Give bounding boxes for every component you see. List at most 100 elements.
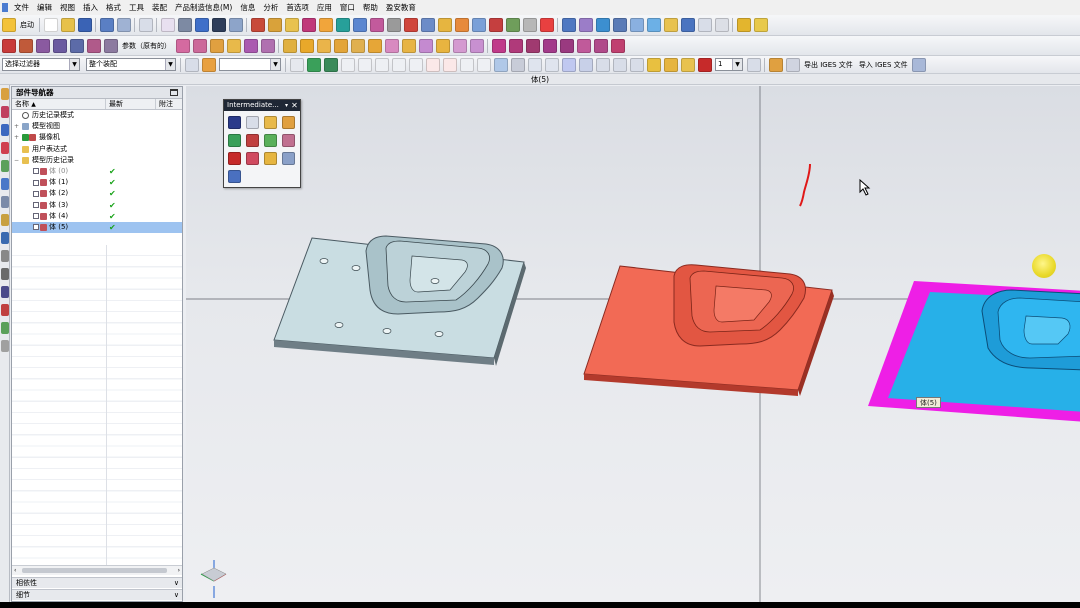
curve-tool-6-icon[interactable]	[576, 38, 591, 53]
document-icon[interactable]	[663, 57, 678, 72]
cube-7-icon[interactable]	[384, 38, 399, 53]
curve-tool-8-icon[interactable]	[610, 38, 625, 53]
chevron-down-icon[interactable]: ▼	[270, 59, 280, 70]
snap-curve-icon[interactable]	[374, 57, 389, 72]
part-body-gray[interactable]	[273, 235, 526, 366]
menu-file[interactable]: 文件	[10, 2, 33, 13]
text-a-icon[interactable]	[680, 18, 695, 32]
blend-icon[interactable]	[437, 18, 452, 32]
fit-view-icon[interactable]	[160, 18, 175, 32]
cube-2-icon[interactable]	[299, 38, 314, 53]
feature-icon[interactable]	[301, 18, 316, 32]
split-body-icon[interactable]	[488, 18, 503, 32]
flange-icon[interactable]	[539, 18, 554, 32]
menu-pmi[interactable]: 产品制造信息(M)	[171, 2, 236, 13]
chevron-down-icon[interactable]: ▼	[165, 59, 175, 70]
cube-6-icon[interactable]	[367, 38, 382, 53]
render-style-icon[interactable]	[177, 18, 192, 32]
background-icon[interactable]	[211, 18, 226, 32]
expand-plus-icon[interactable]: +	[14, 121, 19, 132]
tree-item-body-5[interactable]: 体 (5) ✔	[12, 221, 182, 234]
layer-icon[interactable]	[612, 18, 627, 32]
column-notes[interactable]: 附注	[156, 99, 182, 109]
menu-insert[interactable]: 插入	[79, 2, 102, 13]
line-icon[interactable]	[1, 38, 16, 53]
start-label[interactable]: 启动	[20, 20, 34, 30]
palette-dropdown-icon[interactable]: ▾	[285, 100, 288, 111]
menu-tools[interactable]: 工具	[125, 2, 148, 13]
menu-format[interactable]: 格式	[102, 2, 125, 13]
cube-4-icon[interactable]	[333, 38, 348, 53]
groove-icon[interactable]	[403, 18, 418, 32]
cube-5-icon[interactable]	[350, 38, 365, 53]
layer-dropdown[interactable]: 1 ▼	[715, 58, 743, 71]
tree-item-model-views[interactable]: + 模型视图	[12, 121, 182, 132]
green-tool-icon[interactable]	[1, 322, 9, 334]
measure-icon[interactable]	[578, 18, 593, 32]
palette-tool-4-icon[interactable]	[282, 116, 295, 129]
hole-icon[interactable]	[318, 18, 333, 32]
column-name[interactable]: 名称 ▲	[12, 99, 106, 109]
chevron-down-icon[interactable]: ∨	[174, 590, 179, 601]
system-materials-icon[interactable]	[1, 214, 9, 226]
pocket-icon[interactable]	[352, 18, 367, 32]
details-panel[interactable]: 细节 ∨	[12, 589, 182, 600]
visibility-checkbox[interactable]	[33, 168, 39, 175]
horizontal-scrollbar[interactable]: ‹ ›	[12, 565, 182, 575]
boss-icon[interactable]	[335, 18, 350, 32]
palette-tool-13-icon[interactable]	[228, 170, 241, 183]
reuse-library-icon[interactable]	[1, 142, 9, 154]
visibility-checkbox[interactable]	[33, 224, 39, 231]
text-style-icon[interactable]	[697, 18, 712, 32]
import-iges-label[interactable]: 导入 IGES 文件	[859, 60, 908, 70]
params-label[interactable]: 参数（原有的）	[122, 41, 171, 51]
palette-tool-12-icon[interactable]	[282, 152, 295, 165]
part-body-red[interactable]	[583, 264, 834, 396]
analysis-icon[interactable]	[561, 18, 576, 32]
tree-item-history-mode[interactable]: 历史记录模式	[12, 110, 182, 121]
settings-icon[interactable]	[1, 340, 9, 352]
curve-tool-1-icon[interactable]	[491, 38, 506, 53]
menu-application[interactable]: 应用	[313, 2, 336, 13]
snap-quadrant-icon[interactable]	[442, 57, 457, 72]
import-iges-icon[interactable]	[912, 57, 927, 72]
snap-point-dropdown[interactable]: ▼	[219, 58, 281, 71]
selection-scope-dropdown[interactable]: 整个装配 ▼	[86, 58, 176, 71]
dependencies-panel[interactable]: 相依性 ∨	[12, 577, 182, 588]
orient-view-icon[interactable]	[194, 18, 209, 32]
system-scenes-icon[interactable]	[1, 268, 9, 280]
tree-item-user-expressions[interactable]: 用户表达式	[12, 144, 182, 155]
maximize-icon[interactable]	[170, 89, 178, 96]
snap-box-icon[interactable]	[527, 57, 542, 72]
new-file-icon[interactable]	[43, 18, 58, 32]
palette-icon[interactable]	[1, 304, 9, 316]
roles-icon[interactable]	[1, 250, 9, 262]
move-icon[interactable]	[629, 18, 644, 32]
patch-icon[interactable]	[226, 38, 241, 53]
part-body-cyan[interactable]	[868, 281, 1080, 422]
redo-icon[interactable]	[116, 18, 131, 32]
cube-8-icon[interactable]	[401, 38, 416, 53]
cube-11-icon[interactable]	[452, 38, 467, 53]
menu-view[interactable]: 视图	[56, 2, 79, 13]
palette-tool-3-icon[interactable]	[264, 116, 277, 129]
scroll-right-icon[interactable]: ›	[178, 567, 180, 574]
pad-icon[interactable]	[369, 18, 384, 32]
shell-icon[interactable]	[454, 18, 469, 32]
snap-path-icon[interactable]	[578, 57, 593, 72]
palette-tool-6-icon[interactable]	[246, 134, 259, 147]
tree-item-body-3[interactable]: 体 (3) ✔	[12, 200, 182, 211]
table-icon[interactable]	[612, 57, 627, 72]
menu-window[interactable]: 窗口	[336, 2, 359, 13]
visibility-checkbox[interactable]	[33, 213, 39, 220]
chamfer-icon[interactable]	[420, 18, 435, 32]
revolve-icon[interactable]	[284, 18, 299, 32]
tree-item-cameras[interactable]: + 摄像机	[12, 132, 182, 143]
red-block-icon[interactable]	[697, 57, 712, 72]
curve-tool-5-icon[interactable]	[559, 38, 574, 53]
palette-title-bar[interactable]: Intermediate... ▾ ✕	[224, 100, 300, 111]
curve-tool-3-icon[interactable]	[525, 38, 540, 53]
trim-body-icon[interactable]	[471, 18, 486, 32]
snap-window-icon[interactable]	[544, 57, 559, 72]
yellow-tool-icon[interactable]	[736, 18, 751, 32]
